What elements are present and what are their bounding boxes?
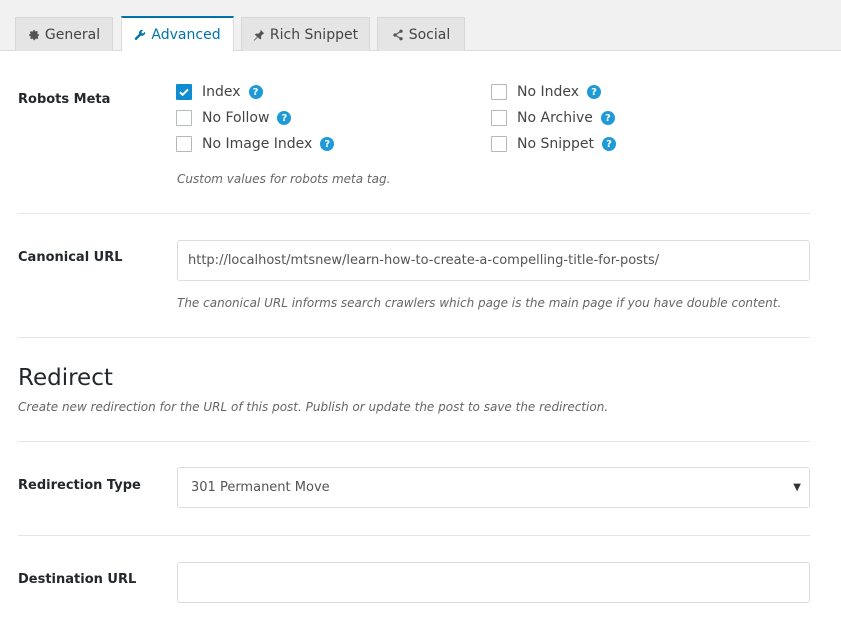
tab-general-label: General <box>44 26 101 43</box>
divider <box>18 535 810 536</box>
wrench-icon <box>134 29 146 41</box>
checkbox-no-archive-label: No Archive <box>517 110 593 126</box>
robots-meta-label: Robots Meta <box>18 92 111 107</box>
canonical-url-input[interactable] <box>177 240 810 281</box>
gear-icon <box>28 29 40 41</box>
checkbox-no-follow-label: No Follow <box>202 110 270 126</box>
checkbox-box[interactable] <box>491 84 507 100</box>
tab-general[interactable]: General <box>15 17 113 51</box>
checkbox-box[interactable] <box>491 136 507 152</box>
checkbox-index[interactable]: Index ? <box>176 84 263 100</box>
destination-url-label: Destination URL <box>18 572 137 587</box>
divider <box>18 337 810 338</box>
checkbox-no-archive[interactable]: No Archive ? <box>491 110 615 126</box>
checkbox-no-follow[interactable]: No Follow ? <box>176 110 292 126</box>
canonical-url-label: Canonical URL <box>18 250 123 265</box>
redirect-heading: Redirect <box>18 365 113 391</box>
tab-rich-snippet-label: Rich Snippet <box>269 26 359 43</box>
help-icon[interactable]: ? <box>602 137 617 151</box>
redirection-type-label: Redirection Type <box>18 478 141 493</box>
divider <box>18 213 810 214</box>
checkbox-index-label: Index <box>202 84 241 100</box>
checkbox-box[interactable] <box>491 110 507 126</box>
redirection-type-select[interactable]: 301 Permanent Move ▼ <box>177 467 810 508</box>
tab-advanced-label: Advanced <box>151 26 221 43</box>
checkbox-no-snippet[interactable]: No Snippet ? <box>491 136 617 152</box>
checkbox-no-index-label: No Index <box>517 84 580 100</box>
pin-icon <box>253 29 265 41</box>
checkbox-box[interactable] <box>176 136 192 152</box>
checkbox-box[interactable] <box>176 110 192 126</box>
help-icon[interactable]: ? <box>320 137 335 151</box>
help-icon[interactable]: ? <box>587 85 602 99</box>
divider <box>18 441 810 442</box>
checkbox-no-snippet-label: No Snippet <box>517 136 595 152</box>
tab-social[interactable]: Social <box>377 17 465 51</box>
tab-bar: General Advanced Rich Snippet Social <box>0 0 841 51</box>
checkbox-no-image-index[interactable]: No Image Index ? <box>176 136 335 152</box>
redirection-type-value: 301 Permanent Move <box>191 480 330 495</box>
tab-advanced[interactable]: Advanced <box>121 16 234 51</box>
destination-url-input[interactable] <box>177 562 810 603</box>
checkbox-no-image-index-label: No Image Index <box>202 136 313 152</box>
redirect-description: Create new redirection for the URL of th… <box>18 400 609 414</box>
help-icon[interactable]: ? <box>248 85 263 99</box>
tab-social-label: Social <box>408 26 451 43</box>
checkbox-checked-icon[interactable] <box>176 84 192 100</box>
share-icon <box>392 29 404 41</box>
help-icon[interactable]: ? <box>277 111 292 125</box>
dropdown-arrow-icon: ▼ <box>793 482 801 493</box>
help-icon[interactable]: ? <box>600 111 615 125</box>
canonical-url-description: The canonical URL informs search crawler… <box>177 296 782 310</box>
robots-meta-description: Custom values for robots meta tag. <box>177 172 391 186</box>
checkbox-no-index[interactable]: No Index ? <box>491 84 602 100</box>
tab-rich-snippet[interactable]: Rich Snippet <box>241 17 370 51</box>
